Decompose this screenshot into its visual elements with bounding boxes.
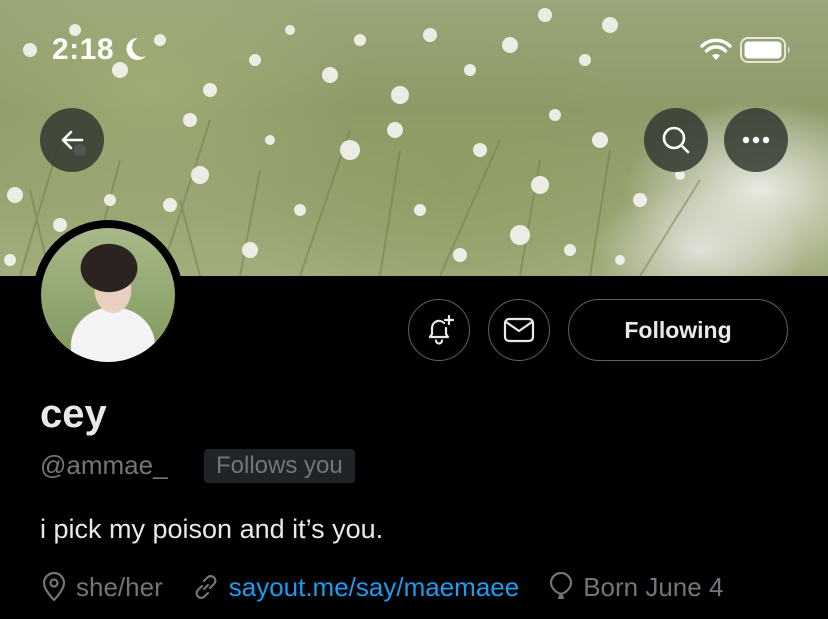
profile-meta: she/her sayout.me/say/maemaee Born June … — [40, 567, 751, 607]
follows-you-badge: Follows you — [204, 449, 355, 483]
bell-plus-icon — [428, 314, 455, 345]
follows-you-label: Follows you — [216, 452, 343, 479]
battery-icon — [740, 37, 790, 63]
pronouns-text: she/her — [76, 571, 163, 602]
user-handle: @ammae_ — [40, 450, 168, 480]
pronouns-item: she/her — [40, 572, 163, 603]
website-link[interactable]: sayout.me/say/maemaee — [229, 572, 519, 603]
more-button[interactable] — [724, 108, 788, 172]
notifications-button[interactable] — [408, 299, 470, 361]
status-bar: 2:18 — [0, 0, 828, 100]
more-horizontal-icon — [742, 136, 770, 144]
search-icon — [662, 126, 690, 154]
website-item[interactable]: sayout.me/say/maemaee — [191, 572, 519, 603]
location-pin-icon — [42, 572, 66, 602]
avatar-ring[interactable] — [33, 220, 183, 370]
moon-icon — [126, 37, 146, 60]
following-button[interactable]: Following — [568, 299, 788, 361]
display-name: cey — [40, 392, 107, 436]
mail-icon — [503, 317, 535, 343]
link-icon — [195, 575, 217, 599]
following-label: Following — [624, 316, 732, 343]
birthday-item: Born June 4 — [547, 572, 723, 603]
balloon-icon — [550, 572, 573, 599]
status-time: 2:18 — [52, 33, 115, 66]
wifi-icon — [700, 38, 732, 60]
message-button[interactable] — [488, 299, 550, 361]
birthday-text: Born June 4 — [583, 571, 724, 602]
search-button[interactable] — [644, 108, 708, 172]
profile-bio: i pick my poison and it’s you. — [40, 514, 384, 544]
back-button[interactable] — [40, 108, 104, 172]
arrow-left-icon — [61, 130, 84, 150]
avatar[interactable] — [41, 228, 175, 362]
